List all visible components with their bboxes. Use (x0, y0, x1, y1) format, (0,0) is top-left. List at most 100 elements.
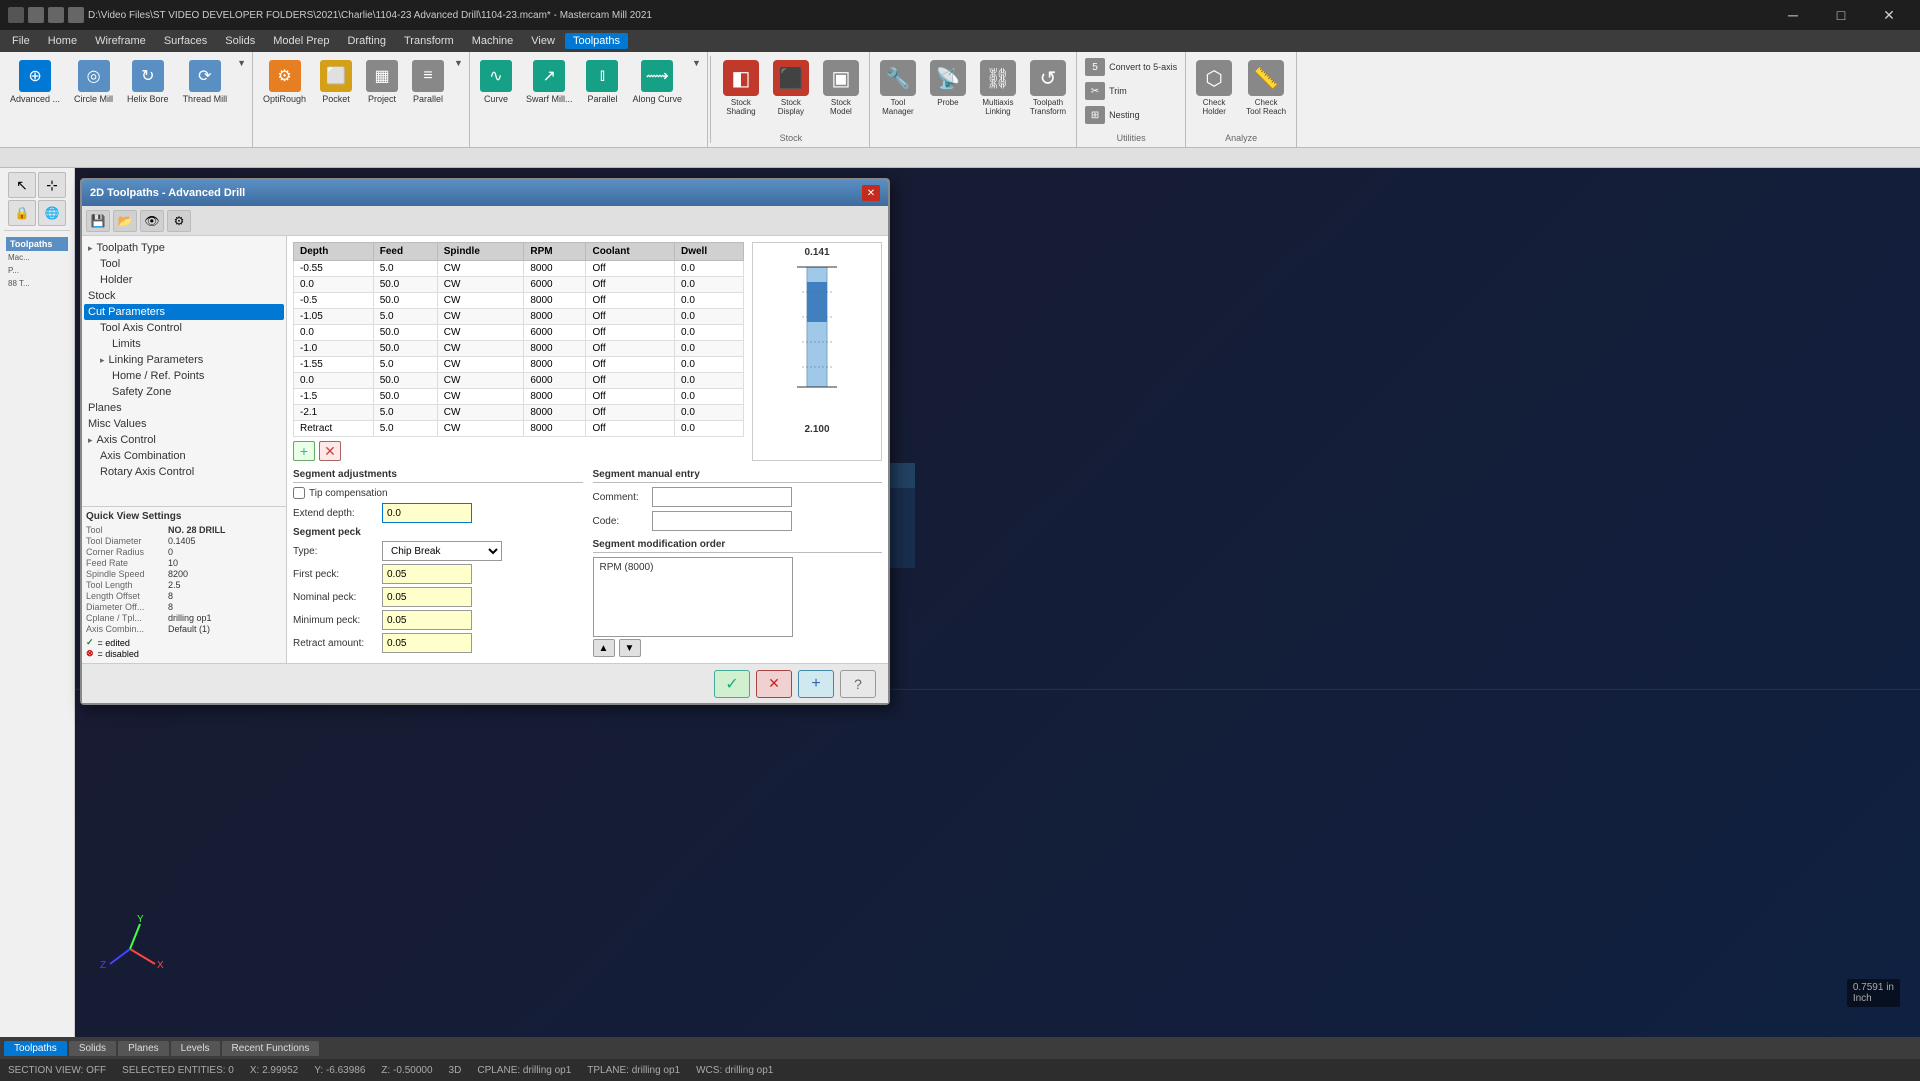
nominal-peck-input[interactable] (382, 587, 472, 607)
tip-compensation-checkbox[interactable] (293, 487, 305, 499)
tree-item-axis-combination[interactable]: Axis Combination (84, 448, 284, 464)
dialog-settings-btn[interactable]: ⚙ (167, 210, 191, 232)
ribbon-btn-swarf[interactable]: ↗ Swarf Mill... (520, 56, 579, 143)
tab-toolpaths[interactable]: Toolpaths (4, 1041, 67, 1056)
toolpath-nav-item3[interactable]: 88 T... (6, 277, 68, 290)
dialog-close-btn[interactable]: ✕ (862, 185, 880, 201)
help-button[interactable]: ? (840, 670, 876, 698)
tab-levels[interactable]: Levels (171, 1041, 220, 1056)
tree-item-misc-values[interactable]: Misc Values (84, 416, 284, 432)
ribbon-btn-nesting[interactable]: ⊞ Nesting (1081, 104, 1181, 126)
tree-item-home-ref[interactable]: Home / Ref. Points (84, 368, 284, 384)
tool-arrow-btn[interactable]: ↖ (8, 172, 36, 198)
minimum-peck-input[interactable] (382, 610, 472, 630)
tool-cursor-btn[interactable]: ⊹ (38, 172, 66, 198)
toolpath-nav-item2[interactable]: P... (6, 264, 68, 277)
ribbon-btn-check-holder[interactable]: ⬡ CheckHolder (1190, 56, 1238, 131)
ribbon-btn-stock-model[interactable]: ▣ StockModel (817, 56, 865, 131)
tree-item-tool-axis-control[interactable]: Tool Axis Control (84, 320, 284, 336)
extend-depth-input[interactable] (382, 503, 472, 523)
tree-item-cut-parameters[interactable]: Cut Parameters (84, 304, 284, 320)
menu-surfaces[interactable]: Surfaces (156, 33, 215, 49)
tree-item-planes[interactable]: Planes (84, 400, 284, 416)
tool-lock-btn[interactable]: 🔒 (8, 200, 36, 226)
ribbon-btn-parallel2[interactable]: ⫾ Parallel (580, 56, 624, 143)
add-button[interactable]: + (798, 670, 834, 698)
dialog-save-btn[interactable]: 💾 (86, 210, 110, 232)
dialog-open-btn[interactable]: 📂 (113, 210, 137, 232)
table-remove-btn[interactable]: ✕ (319, 441, 341, 461)
close-button[interactable]: ✕ (1866, 0, 1912, 30)
tree-item-holder[interactable]: Holder (84, 272, 284, 288)
ribbon-btn-circle-mill[interactable]: ◎ Circle Mill (68, 56, 119, 143)
ribbon-btn-check-tool-reach[interactable]: 📏 CheckTool Reach (1240, 56, 1292, 131)
tool-globe-btn[interactable]: 🌐 (38, 200, 66, 226)
tree-item-stock[interactable]: Stock (84, 288, 284, 304)
menu-machine[interactable]: Machine (464, 33, 522, 49)
tree-item-linking-parameters[interactable]: ▸Linking Parameters (84, 352, 284, 368)
table-row[interactable]: -1.555.0CW8000Off0.0 (294, 357, 744, 373)
table-row[interactable]: 0.050.0CW6000Off0.0 (294, 325, 744, 341)
toolbar-icon-1[interactable] (28, 7, 44, 23)
type-select[interactable]: Chip Break Peck None (382, 541, 502, 561)
ribbon-btn-advanced[interactable]: ⊕ Advanced ... (4, 56, 66, 143)
seg-mod-down-btn[interactable]: ▼ (619, 639, 641, 657)
table-row[interactable]: 0.050.0CW6000Off0.0 (294, 373, 744, 389)
menu-solids[interactable]: Solids (217, 33, 263, 49)
ribbon-btn-thread-mill[interactable]: ⟳ Thread Mill (177, 56, 234, 143)
ribbon-btn-stock-display[interactable]: ⬛ StockDisplay (767, 56, 815, 131)
ribbon-btn-helix-bore[interactable]: ↻ Helix Bore (121, 56, 175, 143)
comment-input[interactable] (652, 487, 792, 507)
table-add-btn[interactable]: + (293, 441, 315, 461)
toolbar-icon-2[interactable] (48, 7, 64, 23)
menu-home[interactable]: Home (40, 33, 85, 49)
table-row[interactable]: Retract5.0CW8000Off0.0 (294, 421, 744, 437)
tab-solids[interactable]: Solids (69, 1041, 116, 1056)
ok-button[interactable]: ✓ (714, 670, 750, 698)
tree-item-safety-zone[interactable]: Safety Zone (84, 384, 284, 400)
first-peck-input[interactable] (382, 564, 472, 584)
table-row[interactable]: -2.15.0CW8000Off0.0 (294, 405, 744, 421)
menu-file[interactable]: File (4, 33, 38, 49)
menu-drafting[interactable]: Drafting (339, 33, 394, 49)
ribbon-btn-pocket[interactable]: ⬜ Pocket (314, 56, 358, 143)
ribbon-btn-toolpath-transform[interactable]: ↺ ToolpathTransform (1024, 56, 1072, 143)
tab-planes[interactable]: Planes (118, 1041, 169, 1056)
dialog-view-btn[interactable]: 👁 (140, 210, 164, 232)
tab-recent[interactable]: Recent Functions (222, 1041, 320, 1056)
segment-modification-list[interactable]: RPM (8000) (593, 557, 793, 637)
toolpath-nav-item[interactable]: Mac... (6, 251, 68, 264)
tree-item-tool[interactable]: Tool (84, 256, 284, 272)
retract-amount-input[interactable] (382, 633, 472, 653)
ribbon-btn-tool-manager[interactable]: 🔧 ToolManager (874, 56, 922, 143)
table-row[interactable]: -0.550.0CW8000Off0.0 (294, 293, 744, 309)
ribbon-btn-optirough[interactable]: ⚙ OptiRough (257, 56, 312, 143)
table-row[interactable]: -1.055.0CW8000Off0.0 (294, 309, 744, 325)
menu-transform[interactable]: Transform (396, 33, 462, 49)
cancel-button[interactable]: ✕ (756, 670, 792, 698)
menu-view[interactable]: View (523, 33, 563, 49)
ribbon-btn-probe[interactable]: 📡 Probe (924, 56, 972, 143)
table-row[interactable]: -1.550.0CW8000Off0.0 (294, 389, 744, 405)
ribbon-btn-trim[interactable]: ✂ Trim (1081, 80, 1181, 102)
tree-item-rotary-axis[interactable]: Rotary Axis Control (84, 464, 284, 480)
ribbon-btn-stock-shading[interactable]: ◧ StockShading (717, 56, 765, 131)
ribbon-btn-along-curve[interactable]: ⟿ Along Curve (626, 56, 688, 143)
code-input[interactable] (652, 511, 792, 531)
ribbon-btn-curve[interactable]: ∿ Curve (474, 56, 518, 143)
table-row[interactable]: -0.555.0CW8000Off0.0 (294, 261, 744, 277)
ribbon-btn-convert-5axis[interactable]: 5 Convert to 5-axis (1081, 56, 1181, 78)
menu-toolpaths[interactable]: Toolpaths (565, 33, 628, 49)
ribbon-btn-parallel[interactable]: ≡ Parallel (406, 56, 450, 143)
toolbar-icon-3[interactable] (68, 7, 84, 23)
tree-item-toolpath-type[interactable]: ▸Toolpath Type (84, 240, 284, 256)
menu-wireframe[interactable]: Wireframe (87, 33, 154, 49)
maximize-button[interactable]: □ (1818, 0, 1864, 30)
tree-item-limits[interactable]: Limits (84, 336, 284, 352)
seg-mod-up-btn[interactable]: ▲ (593, 639, 615, 657)
ribbon-btn-multiaxis[interactable]: ⛓ MultiaxisLinking (974, 56, 1022, 143)
ribbon-btn-project[interactable]: ▦ Project (360, 56, 404, 143)
table-row[interactable]: 0.050.0CW6000Off0.0 (294, 277, 744, 293)
tree-item-axis-control[interactable]: ▸Axis Control (84, 432, 284, 448)
minimize-button[interactable]: ─ (1770, 0, 1816, 30)
